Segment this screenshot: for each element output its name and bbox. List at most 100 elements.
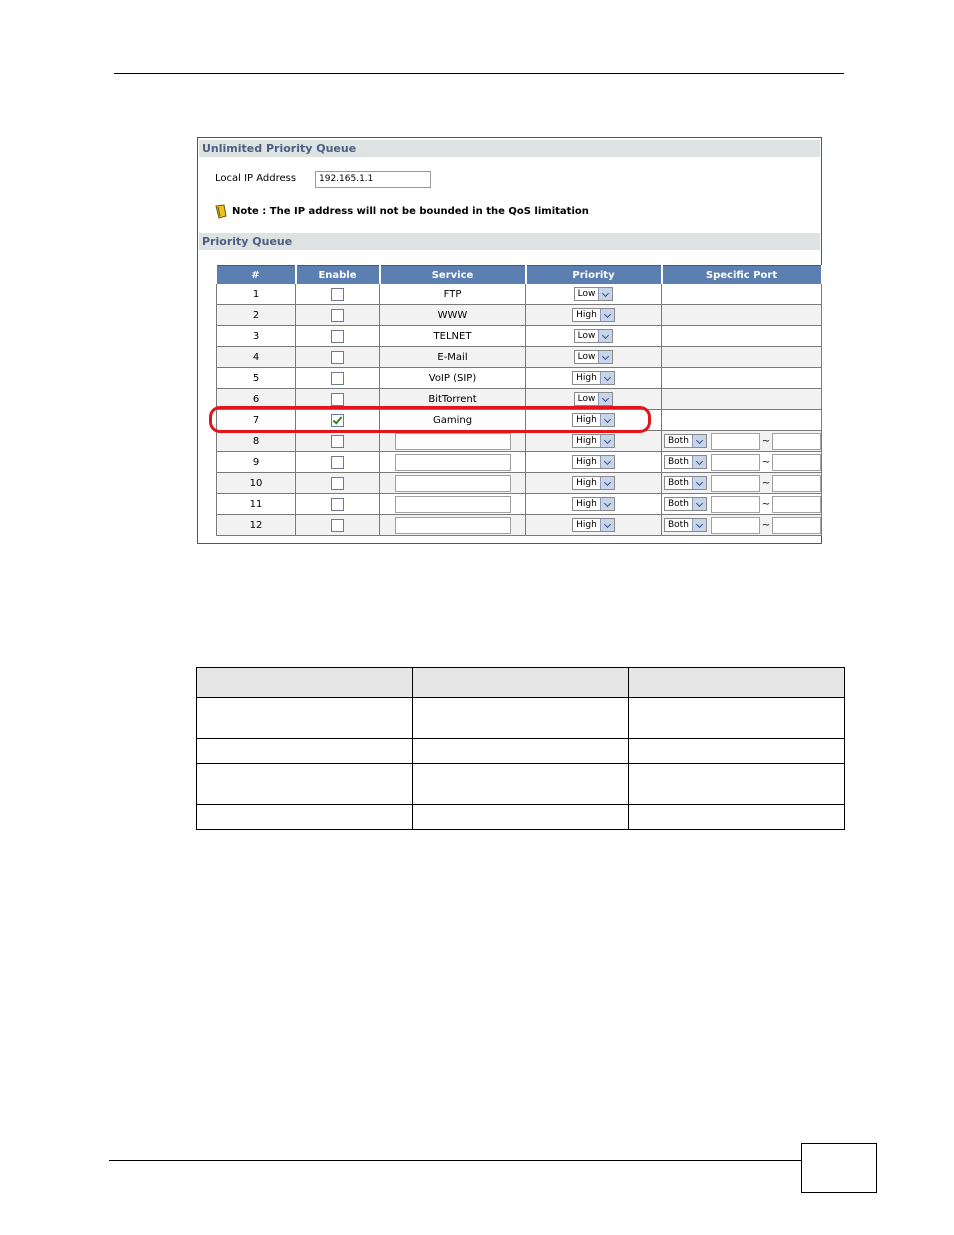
chevron-down-icon: [691, 498, 706, 510]
table-row: 1 FTP Low: [216, 284, 822, 305]
col-header-priority: Priority: [525, 265, 663, 284]
protocol-select[interactable]: Both: [664, 476, 707, 490]
port-start-input[interactable]: [710, 453, 760, 471]
enable-checkbox[interactable]: [331, 434, 344, 448]
port-cell: Both ~: [661, 451, 822, 473]
priority-select[interactable]: High: [572, 497, 615, 511]
table-row: 10 High Both ~: [216, 472, 822, 494]
port-end-input[interactable]: [771, 453, 821, 471]
chevron-down-icon: [599, 435, 614, 447]
enable-cell: [295, 472, 380, 494]
service-input[interactable]: [394, 453, 511, 471]
priority-cell: High: [525, 367, 662, 389]
priority-cell: High: [525, 493, 662, 515]
chevron-down-icon: [691, 435, 706, 447]
row-number: 4: [216, 346, 296, 368]
note-icon: [215, 204, 227, 219]
priority-cell: High: [525, 451, 662, 473]
priority-select[interactable]: High: [572, 308, 615, 322]
port-cell: [661, 409, 822, 431]
priority-select[interactable]: Low: [573, 350, 614, 364]
port-separator: ~: [761, 456, 771, 468]
port-end-input[interactable]: [771, 516, 821, 534]
enable-checkbox[interactable]: [331, 518, 344, 532]
table-row: 3 TELNET Low: [216, 325, 822, 347]
enable-cell: [295, 284, 380, 305]
col-header-specific-port: Specific Port: [661, 265, 823, 284]
service-cell: [379, 493, 526, 515]
priority-select[interactable]: High: [572, 518, 615, 532]
enable-checkbox[interactable]: [331, 497, 344, 511]
port-start-input[interactable]: [710, 432, 760, 450]
protocol-select[interactable]: Both: [664, 518, 707, 532]
enable-checkbox[interactable]: [331, 371, 344, 385]
port-start-input[interactable]: [710, 495, 760, 513]
priority-select[interactable]: Low: [573, 329, 614, 343]
service-name: TELNET: [379, 325, 526, 347]
service-input[interactable]: [394, 474, 511, 492]
port-cell: Both ~: [661, 430, 822, 452]
priority-select[interactable]: Low: [573, 287, 614, 301]
priority-select[interactable]: Low: [573, 392, 614, 406]
chevron-down-icon: [598, 351, 613, 363]
chevron-down-icon: [599, 477, 614, 489]
blank-table-row: [196, 697, 845, 739]
chevron-down-icon: [599, 519, 614, 531]
port-separator: ~: [761, 477, 771, 489]
col-header-enable: Enable: [295, 265, 381, 284]
port-start-input[interactable]: [710, 516, 760, 534]
blank-table-row: [196, 738, 845, 764]
enable-checkbox[interactable]: [331, 455, 344, 469]
table-row: 2 WWW High: [216, 304, 822, 326]
port-separator: ~: [761, 498, 771, 510]
enable-cell: [295, 451, 380, 473]
port-cell: Both ~: [661, 514, 822, 536]
chevron-down-icon: [598, 393, 613, 405]
protocol-select[interactable]: Both: [664, 497, 707, 511]
gaming-row-highlight: [209, 406, 651, 433]
unlimited-queue-heading: Unlimited Priority Queue: [199, 140, 820, 157]
protocol-select[interactable]: Both: [664, 455, 707, 469]
priority-select[interactable]: High: [572, 371, 615, 385]
local-ip-input[interactable]: 192.165.1.1: [315, 171, 431, 188]
col-header-num: #: [216, 265, 297, 284]
table-row: 8 High Both ~: [216, 430, 822, 452]
enable-cell: [295, 367, 380, 389]
row-number: 10: [216, 472, 296, 494]
port-cell: [661, 388, 822, 410]
table-row: 5 VoIP (SIP) High: [216, 367, 822, 389]
priority-select[interactable]: High: [572, 434, 615, 448]
enable-cell: [295, 493, 380, 515]
port-end-input[interactable]: [771, 495, 821, 513]
port-start-input[interactable]: [710, 474, 760, 492]
enable-checkbox[interactable]: [331, 350, 344, 364]
enable-checkbox[interactable]: [331, 329, 344, 343]
footer-rule: [109, 1160, 802, 1161]
priority-cell: High: [525, 430, 662, 452]
row-number: 1: [216, 284, 296, 305]
protocol-select[interactable]: Both: [664, 434, 707, 448]
priority-cell: Low: [525, 284, 662, 305]
table-row: 12 High Both ~: [216, 514, 822, 536]
enable-cell: [295, 325, 380, 347]
chevron-down-icon: [599, 498, 614, 510]
row-number: 12: [216, 514, 296, 536]
row-number: 11: [216, 493, 296, 515]
enable-checkbox[interactable]: [331, 476, 344, 490]
service-input[interactable]: [394, 516, 511, 534]
enable-checkbox[interactable]: [331, 392, 344, 406]
enable-checkbox[interactable]: [331, 308, 344, 322]
priority-queue-heading: Priority Queue: [199, 233, 820, 250]
local-ip-label: Local IP Address: [215, 173, 297, 184]
enable-checkbox[interactable]: [331, 287, 344, 301]
blank-table: [196, 667, 845, 830]
chevron-down-icon: [598, 288, 613, 300]
port-end-input[interactable]: [771, 474, 821, 492]
priority-select[interactable]: High: [572, 476, 615, 490]
port-end-input[interactable]: [771, 432, 821, 450]
enable-cell: [295, 514, 380, 536]
service-input[interactable]: [394, 495, 511, 513]
enable-cell: [295, 430, 380, 452]
service-input[interactable]: [394, 432, 511, 450]
priority-select[interactable]: High: [572, 455, 615, 469]
